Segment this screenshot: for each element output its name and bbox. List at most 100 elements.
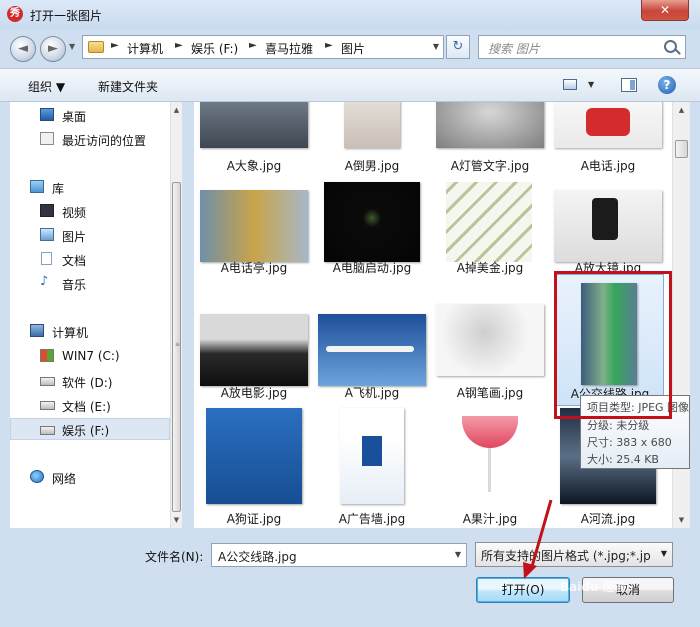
file-tile[interactable]: A灯管文字.jpg bbox=[432, 102, 548, 178]
computer-icon bbox=[30, 324, 44, 337]
breadcrumb-pictures[interactable]: 图片 bbox=[341, 40, 365, 57]
music-icon: ♪ bbox=[40, 274, 49, 289]
file-thumbnail bbox=[344, 102, 400, 148]
file-name: A灯管文字.jpg bbox=[450, 159, 530, 173]
search-placeholder: 搜索 图片 bbox=[488, 42, 540, 56]
file-tile[interactable]: A放大镜.jpg bbox=[550, 182, 666, 282]
file-type-dropdown-icon[interactable]: ▼ bbox=[660, 549, 667, 558]
scroll-up-arrow-icon[interactable]: ▲ bbox=[171, 102, 182, 118]
breadcrumb-computer[interactable]: 计算机 bbox=[127, 40, 163, 57]
file-name: A电脑启动.jpg bbox=[332, 261, 412, 275]
breadcrumb-separator: ► bbox=[249, 40, 257, 51]
sidebar-item-drive-e[interactable]: 文档 (E:) bbox=[10, 394, 170, 416]
recent-pages-dropdown-icon[interactable]: ▼ bbox=[69, 42, 75, 51]
forward-button[interactable]: ► bbox=[40, 36, 66, 62]
filename-dropdown-icon[interactable]: ▼ bbox=[455, 550, 461, 559]
file-tile[interactable]: A电脑启动.jpg bbox=[314, 182, 430, 282]
file-type-select[interactable]: 所有支持的图片格式 (*.jpg;*.jp ▼ bbox=[475, 542, 673, 567]
sidebar-item-network[interactable]: 网络 bbox=[10, 466, 170, 488]
sidebar-item-desktop[interactable]: 桌面 bbox=[10, 104, 170, 126]
file-tile[interactable]: A电话亭.jpg bbox=[196, 182, 312, 282]
app-icon: 秀 bbox=[7, 6, 23, 22]
scroll-up-arrow-icon[interactable]: ▲ bbox=[676, 102, 687, 118]
drive-icon bbox=[40, 377, 55, 386]
scroll-down-arrow-icon[interactable]: ▼ bbox=[676, 512, 687, 528]
sidebar-item-documents[interactable]: 文档 bbox=[10, 248, 170, 270]
file-thumbnail bbox=[324, 182, 420, 262]
tooltip-size: 大小: 25.4 KB bbox=[587, 453, 659, 466]
sidebar-item-videos[interactable]: 视频 bbox=[10, 200, 170, 222]
file-tile[interactable]: A电话.jpg bbox=[550, 102, 666, 178]
file-name: A飞机.jpg bbox=[344, 386, 400, 400]
breadcrumb-himalaya[interactable]: 喜马拉雅 bbox=[265, 40, 313, 57]
scroll-down-arrow-icon[interactable]: ▼ bbox=[171, 512, 182, 528]
sidebar-item-music[interactable]: ♪ 音乐 bbox=[10, 272, 170, 294]
navigation-pane-scrollbar[interactable]: ▲ ≡ ▼ bbox=[170, 102, 182, 528]
recent-places-icon bbox=[40, 132, 54, 145]
breadcrumb-separator: ► bbox=[111, 40, 119, 51]
file-thumbnail bbox=[436, 102, 544, 148]
sidebar-item-drive-f[interactable]: 娱乐 (F:) bbox=[10, 418, 170, 440]
sidebar-item-label: 视频 bbox=[62, 206, 87, 220]
file-tile[interactable]: A放电影.jpg bbox=[196, 288, 312, 404]
change-view-icon[interactable] bbox=[563, 79, 577, 90]
scrollbar-thumb[interactable] bbox=[675, 140, 688, 158]
preview-pane-icon[interactable] bbox=[621, 78, 637, 92]
scrollbar-thumb[interactable]: ≡ bbox=[172, 182, 181, 512]
new-folder-button[interactable]: 新建文件夹 bbox=[98, 78, 158, 95]
file-tile-selected[interactable]: A公交线路.jpg bbox=[554, 274, 664, 406]
file-tile[interactable]: A狗证.jpg bbox=[196, 408, 312, 528]
window-title: 打开一张图片 bbox=[30, 9, 103, 23]
video-icon bbox=[40, 204, 54, 217]
filename-value: A公交线路.jpg bbox=[218, 550, 297, 564]
tooltip-rating: 分级: 未分级 bbox=[587, 419, 650, 432]
sidebar-item-drive-d[interactable]: 软件 (D:) bbox=[10, 370, 170, 392]
file-tile[interactable]: A果汁.jpg bbox=[432, 408, 548, 528]
file-name: A广告墙.jpg bbox=[338, 512, 406, 526]
breadcrumb-separator: ► bbox=[175, 40, 183, 51]
organize-menu[interactable]: 组织 ▼ bbox=[28, 78, 65, 95]
file-tile[interactable]: A倒男.jpg bbox=[314, 102, 430, 178]
back-button[interactable]: ◄ bbox=[10, 36, 36, 62]
file-name: A河流.jpg bbox=[580, 512, 636, 526]
search-box[interactable]: 搜索 图片 bbox=[478, 35, 686, 59]
help-icon[interactable]: ? bbox=[658, 76, 676, 94]
drive-icon bbox=[40, 401, 55, 410]
file-name: A钢笔画.jpg bbox=[456, 386, 524, 400]
file-name: A掉美金.jpg bbox=[456, 261, 524, 275]
open-button[interactable]: 打开(O) bbox=[476, 577, 570, 603]
file-tile[interactable]: A钢笔画.jpg bbox=[432, 288, 548, 404]
sidebar-item-library[interactable]: 库 bbox=[10, 176, 170, 198]
file-thumbnail bbox=[446, 182, 532, 262]
file-name: A果汁.jpg bbox=[462, 512, 518, 526]
sidebar-item-recent-places[interactable]: 最近访问的位置 bbox=[10, 128, 170, 150]
sidebar-item-label: 文档 bbox=[62, 254, 87, 268]
filename-field[interactable]: A公交线路.jpg ▼ bbox=[211, 543, 467, 567]
file-thumbnail bbox=[554, 102, 662, 148]
search-icon[interactable] bbox=[664, 40, 677, 53]
file-tile[interactable]: A掉美金.jpg bbox=[432, 182, 548, 282]
view-options-dropdown-icon[interactable]: ▼ bbox=[588, 80, 594, 89]
refresh-button[interactable]: ↻ bbox=[446, 35, 470, 59]
sidebar-item-computer[interactable]: 计算机 bbox=[10, 320, 170, 342]
file-tile[interactable]: A大象.jpg bbox=[196, 102, 312, 178]
address-bar[interactable]: ► 计算机 ► 娱乐 (F:) ► 喜马拉雅 ► 图片 ▼ bbox=[82, 35, 444, 59]
folder-icon bbox=[88, 41, 104, 53]
sidebar-item-label: 最近访问的位置 bbox=[62, 134, 147, 148]
file-thumbnail bbox=[200, 190, 308, 262]
address-dropdown-icon[interactable]: ▼ bbox=[433, 42, 439, 51]
file-tile[interactable]: A飞机.jpg bbox=[314, 288, 430, 404]
file-type-value: 所有支持的图片格式 (*.jpg;*.jp bbox=[481, 549, 651, 563]
sidebar-item-label: WIN7 (C:) bbox=[62, 349, 120, 363]
sidebar-item-pictures[interactable]: 图片 bbox=[10, 224, 170, 246]
file-tile[interactable]: A广告墙.jpg bbox=[314, 408, 430, 528]
pictures-icon bbox=[40, 228, 54, 241]
file-thumbnail bbox=[200, 102, 308, 148]
sidebar-item-drive-c[interactable]: WIN7 (C:) bbox=[10, 345, 170, 367]
sidebar-item-label: 图片 bbox=[62, 230, 87, 244]
close-button[interactable]: ✕ bbox=[641, 0, 689, 21]
file-thumbnail bbox=[200, 314, 308, 386]
breadcrumb-drive-f[interactable]: 娱乐 (F:) bbox=[191, 40, 238, 57]
file-name: A放电影.jpg bbox=[220, 386, 288, 400]
file-info-tooltip: 项目类型: JPEG 图像 分级: 未分级 尺寸: 383 x 680 大小: … bbox=[580, 395, 690, 469]
